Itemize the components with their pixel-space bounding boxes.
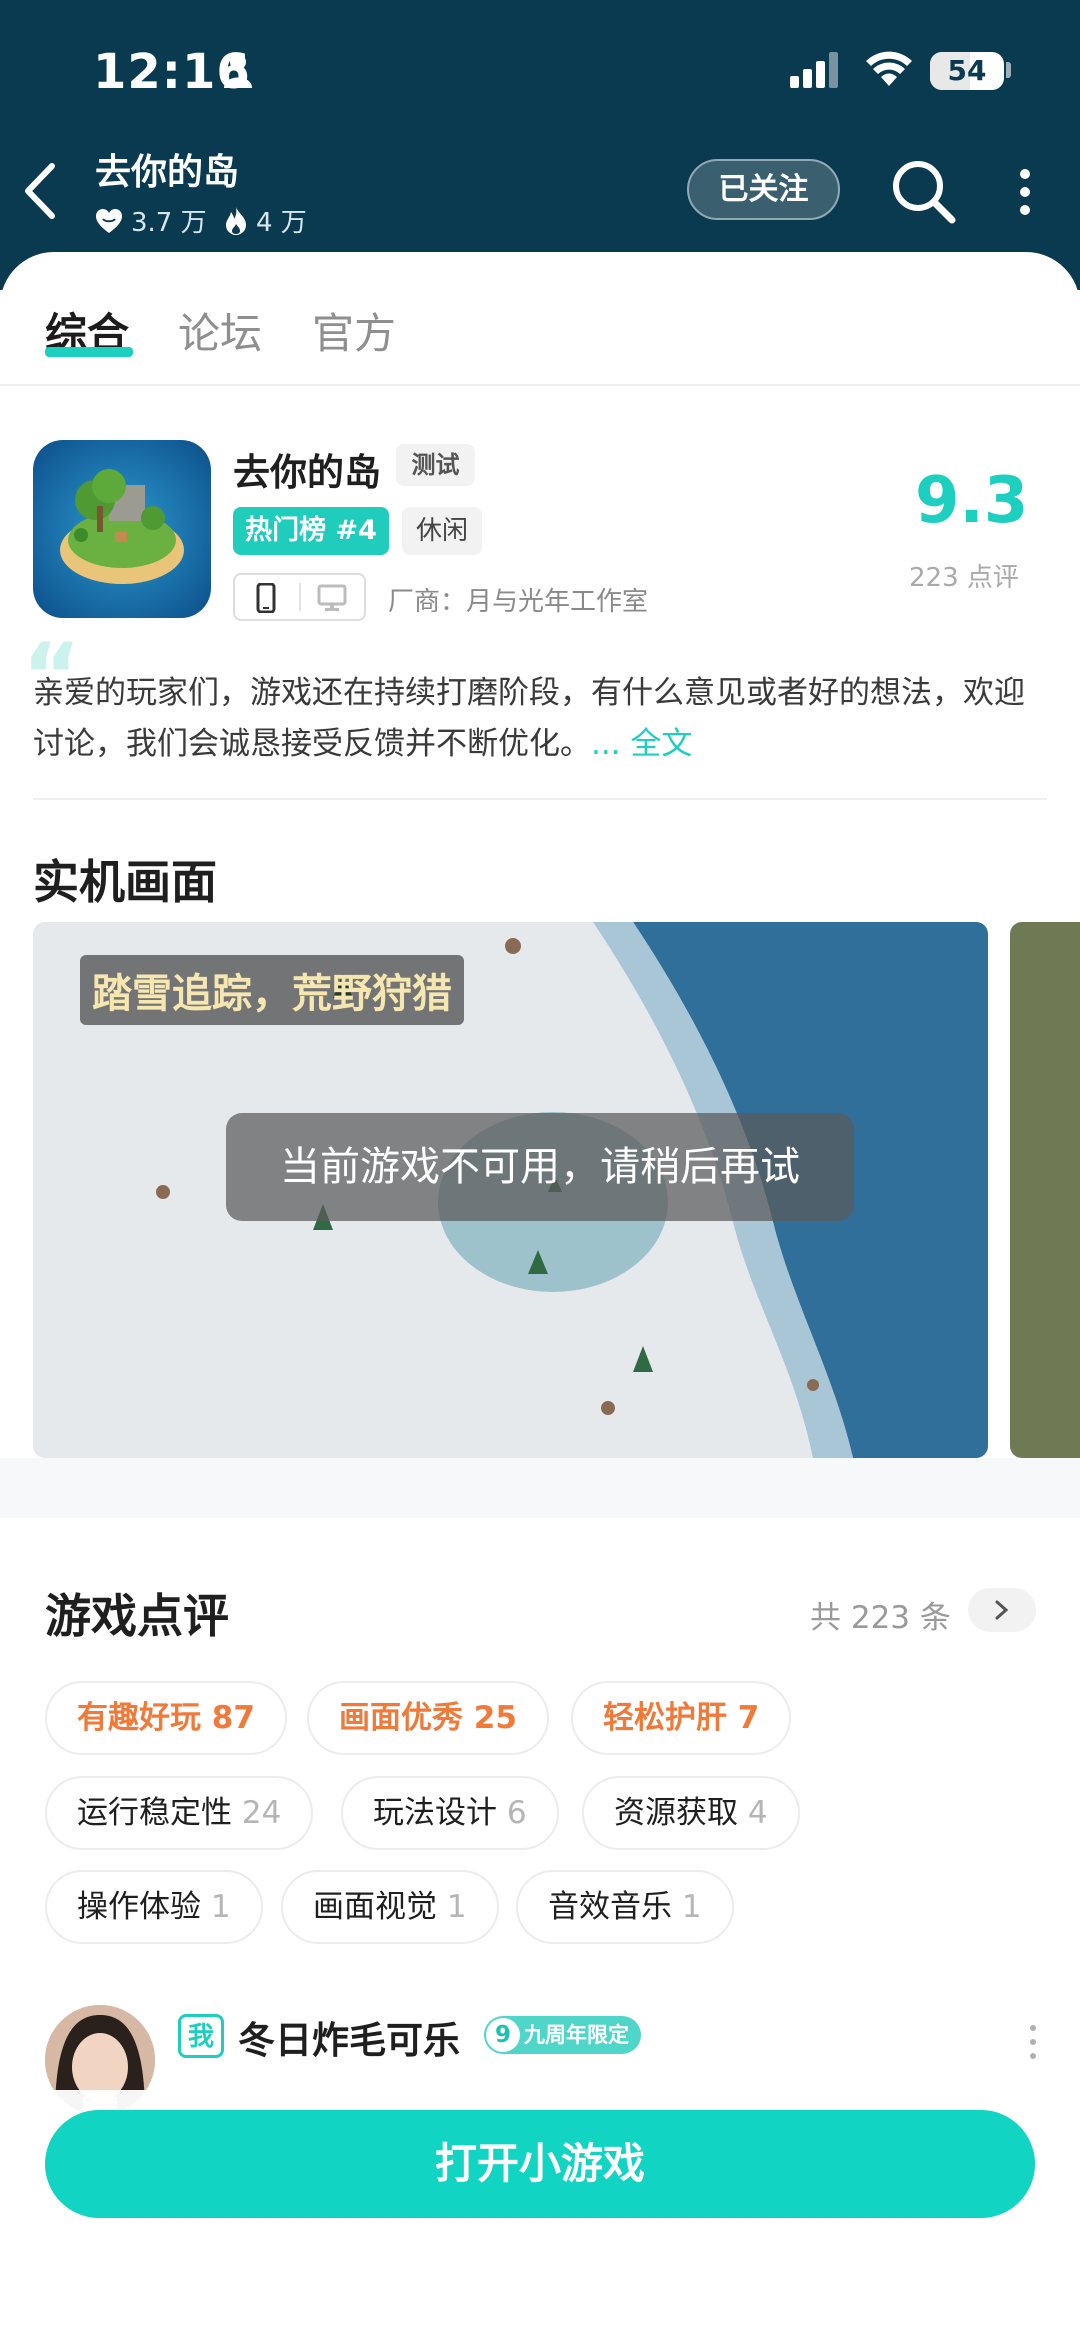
tag-count: 87 [211, 1700, 255, 1736]
more-vertical-icon[interactable] [1028, 2024, 1038, 2060]
battery-level: 54 [947, 54, 987, 87]
description-text: 亲爱的玩家们，游戏还在持续打磨阶段，有什么意见或者好的想法，欢迎讨论，我们会诚恳… [33, 675, 1025, 762]
tag-count: 1 [446, 1889, 467, 1925]
battery-icon: 54 [930, 52, 1004, 90]
reviews-count[interactable]: 共 223 条 [810, 1592, 951, 1637]
divider [33, 798, 1047, 800]
open-mini-game-button[interactable]: 打开小游戏 [45, 2110, 1035, 2218]
review-tag[interactable]: 有趣好玩 87 [45, 1681, 287, 1755]
battery-tip [1006, 62, 1011, 78]
tag-count: 4 [747, 1795, 768, 1831]
tag-count: 1 [210, 1889, 231, 1925]
game-description: 亲爱的玩家们，游戏还在持续打磨阶段，有什么意见或者好的想法，欢迎讨论，我们会诚恳… [33, 668, 1043, 770]
screenshot-caption: 踏雪追踪，荒野狩猎 [80, 955, 464, 1025]
vendor-label: 厂商：月与光年工作室 [388, 587, 649, 617]
tag-label: 有趣好玩 [77, 1700, 201, 1736]
search-icon[interactable] [890, 158, 958, 226]
signal-icon [790, 52, 842, 88]
likes-count: 3.7 万 [131, 208, 207, 238]
review-tag[interactable]: 运行稳定性 24 [45, 1776, 314, 1850]
toast-message: 当前游戏不可用，请稍后再试 [226, 1113, 854, 1221]
section-gap [0, 1458, 1080, 1518]
tag-label: 音效音乐 [548, 1889, 672, 1925]
me-tag: 我 [178, 2014, 224, 2058]
chevron-right-icon [995, 1600, 1009, 1620]
tag-count: 25 [473, 1700, 517, 1736]
wifi-icon [866, 51, 912, 86]
tag-count: 1 [681, 1889, 702, 1925]
page-title: 去你的岛 [95, 152, 240, 193]
person-icon [224, 54, 252, 88]
divider [0, 384, 1080, 386]
tag-label: 操作体验 [77, 1889, 201, 1925]
tab-active-indicator [45, 347, 133, 357]
screenshot-2[interactable] [1010, 922, 1080, 1458]
more-vertical-icon[interactable] [1012, 168, 1038, 216]
review-tag[interactable]: 音效音乐 1 [516, 1870, 734, 1944]
test-tag: 测试 [396, 444, 475, 486]
screens-title: 实机画面 [33, 855, 217, 909]
desktop-icon [317, 584, 347, 611]
review-tag[interactable]: 画面优秀 25 [307, 1681, 549, 1755]
hot-rank-tag[interactable]: 热门榜 #4 [233, 507, 389, 555]
review-tag[interactable]: 画面视觉 1 [281, 1870, 499, 1944]
review-tag[interactable]: 操作体验 1 [45, 1870, 263, 1944]
tag-count: 6 [506, 1795, 527, 1831]
badge-number: 9 [486, 2018, 520, 2052]
tag-label: 资源获取 [614, 1795, 738, 1831]
game-name: 去你的岛 [233, 451, 381, 494]
hot-count: 4 万 [256, 208, 307, 238]
full-text-link[interactable]: ... 全文 [591, 726, 692, 762]
tag-label: 画面视觉 [313, 1889, 437, 1925]
game-icon [33, 440, 211, 618]
likes-stat: 3.7 万 [95, 202, 207, 239]
reviews-title: 游戏点评 [45, 1589, 229, 1643]
back-arrow-icon[interactable] [20, 160, 60, 222]
review-tag[interactable]: 资源获取 4 [582, 1776, 800, 1850]
tab-official[interactable]: 官方 [312, 300, 396, 361]
flame-icon [226, 206, 246, 235]
reviews-more-button[interactable] [968, 1588, 1036, 1632]
tag-count: 7 [737, 1700, 760, 1736]
phone-icon [256, 583, 276, 613]
tag-label: 运行稳定性 [77, 1795, 232, 1831]
tag-label: 玩法设计 [373, 1795, 497, 1831]
reviewer-name[interactable]: 冬日炸毛可乐 [238, 2010, 460, 2064]
tag-count: 24 [241, 1795, 282, 1831]
tab-forum[interactable]: 论坛 [178, 300, 262, 361]
follow-button[interactable]: 已关注 [687, 159, 840, 220]
hot-stat: 4 万 [224, 202, 307, 239]
platform-badge [233, 573, 366, 621]
review-tag[interactable]: 轻松护肝 7 [571, 1681, 792, 1755]
tag-label: 轻松护肝 [603, 1700, 727, 1736]
score-count[interactable]: 223 点评 [909, 557, 1019, 594]
review-tag[interactable]: 玩法设计 6 [341, 1776, 559, 1850]
heart-icon [96, 208, 122, 233]
tag-label: 画面优秀 [339, 1700, 463, 1736]
score-value: 9.3 [915, 464, 1029, 538]
genre-tag[interactable]: 休闲 [402, 507, 482, 555]
